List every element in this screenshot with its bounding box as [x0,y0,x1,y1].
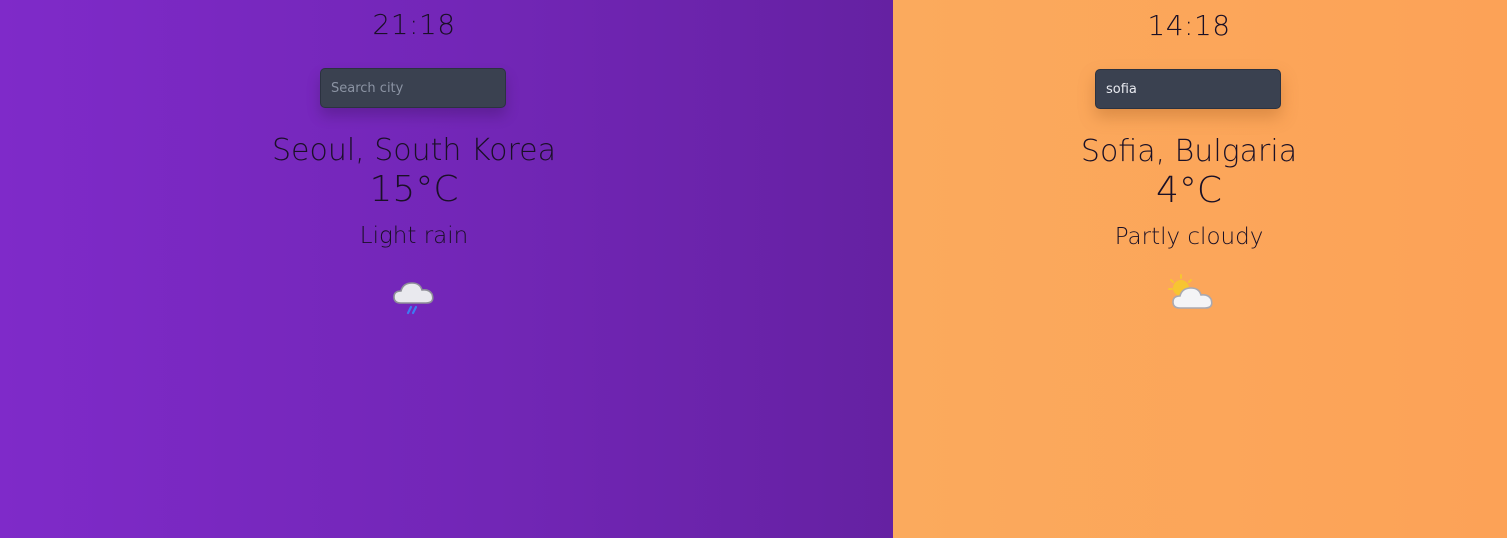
search-city-input[interactable] [320,68,506,108]
temperature-value: 4°C [1155,170,1223,211]
search-city-input[interactable] [1095,69,1281,109]
location-name: Sofia, Bulgaria [1080,134,1298,169]
weather-panel-seoul: 21:18 Seoul, South Korea 15°C Light rain [0,0,893,538]
weather-condition: Partly cloudy [1114,224,1264,250]
partly-cloudy-icon [1168,274,1213,309]
weather-condition: Light rain [359,223,469,249]
local-time: 21:18 [372,8,456,41]
local-time: 14:18 [1147,9,1231,42]
light-rain-icon [393,282,434,315]
location-name: Seoul, South Korea [271,133,557,168]
weather-app: 21:18 Seoul, South Korea 15°C Light rain… [0,0,1507,538]
weather-panel-sofia: 14:18 Sofia, Bulgaria 4°C Partly cloudy [893,0,1507,538]
temperature-value: 15°C [369,169,459,210]
